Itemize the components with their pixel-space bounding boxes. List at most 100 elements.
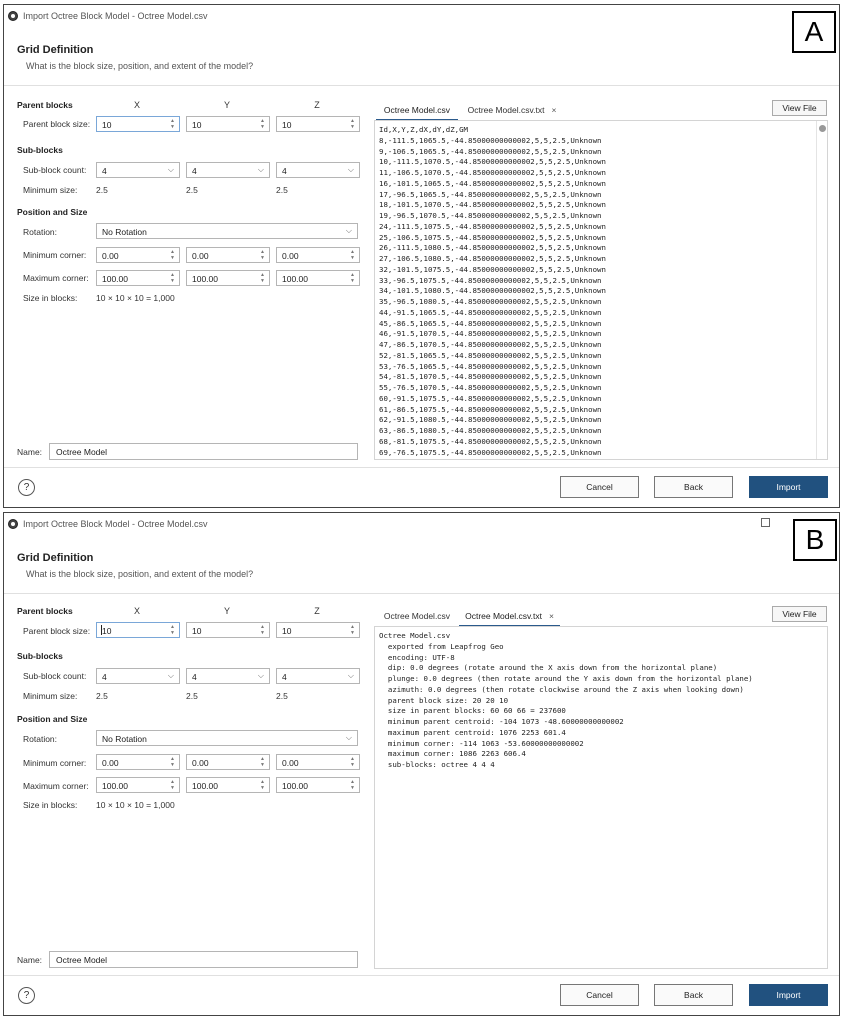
help-icon[interactable]: ?: [18, 987, 35, 1004]
file-preview-line: maximum corner: 1086 2263 606.4: [379, 749, 526, 759]
file-preview-line: 52,-81.5,1065.5,-44.85000000000002,5,5,2…: [379, 350, 602, 360]
file-preview-line: 35,-96.5,1080.5,-44.85000000000002,5,5,2…: [379, 297, 602, 306]
sub-block-count-x-select[interactable]: 4 ⌵: [96, 668, 180, 684]
minimum-corner-x-input[interactable]: 0.00 ▲ ▼: [96, 754, 180, 770]
close-icon[interactable]: ×: [551, 105, 556, 115]
maximize-icon[interactable]: [761, 518, 770, 527]
spin-arrows-icon[interactable]: ▲ ▼: [349, 272, 356, 284]
file-preview-line: 26,-111.5,1080.5,-44.85000000000002,5,5,…: [379, 243, 606, 253]
sub-block-count-y-select[interactable]: 4 ⌵: [186, 668, 270, 684]
parent-block-size-label: Parent block size:: [23, 626, 91, 636]
rotation-label: Rotation:: [23, 227, 58, 237]
minimum-corner-z-input[interactable]: 0.00 ▲ ▼: [276, 247, 360, 263]
spin-arrows-icon[interactable]: ▲ ▼: [259, 118, 266, 130]
import-button[interactable]: Import: [749, 984, 828, 1006]
tab-octree-model-csv[interactable]: Octree Model.csv: [376, 101, 458, 121]
tab-octree-model-csv[interactable]: Octree Model.csv: [376, 607, 458, 627]
spin-arrows-icon[interactable]: ▲ ▼: [169, 624, 176, 636]
spin-arrows-icon[interactable]: ▲ ▼: [349, 118, 356, 130]
file-preview-line: 18,-101.5,1070.5,-44.85000000000002,5,5,…: [379, 200, 606, 210]
spin-arrows-icon[interactable]: ▲ ▼: [259, 779, 266, 791]
minimum-size-z: 2.5: [276, 185, 288, 195]
parent-block-size-z-input[interactable]: 10 ▲ ▼: [276, 622, 360, 638]
file-preview-line: 68,-81.5,1075.5,-44.85000000000002,5,5,2…: [379, 436, 602, 446]
parent-block-size-x-input[interactable]: 10 ▲ ▼: [96, 622, 180, 638]
import-dialog-a: Import Octree Block Model - Octree Model…: [3, 4, 840, 508]
name-field[interactable]: Octree Model: [49, 443, 358, 460]
parent-block-size-label: Parent block size:: [23, 119, 91, 129]
file-preview-line: size in parent blocks: 60 60 66 = 237600: [379, 706, 566, 716]
minimum-corner-z-input[interactable]: 0.00 ▲ ▼: [276, 754, 360, 770]
spin-arrows-icon[interactable]: ▲ ▼: [259, 624, 266, 636]
file-preview-line: Id,X,Y,Z,dX,dY,dZ,GM: [379, 125, 468, 134]
file-preview[interactable]: Id,X,Y,Z,dX,dY,dZ,GM 8,-111.5,1065.5,-44.…: [374, 120, 828, 460]
back-button[interactable]: Back: [654, 476, 733, 498]
parent-block-size-y-input[interactable]: 10 ▲ ▼: [186, 622, 270, 638]
column-z-header: Z: [314, 606, 320, 616]
maximum-corner-z-input[interactable]: 100.00 ▲ ▼: [276, 777, 360, 793]
file-preview-line: 9,-106.5,1065.5,-44.85000000000002,5,5,2…: [379, 146, 602, 156]
spin-arrows-icon[interactable]: ▲ ▼: [259, 756, 266, 768]
spin-arrows-icon[interactable]: ▲ ▼: [169, 756, 176, 768]
cancel-button[interactable]: Cancel: [560, 984, 639, 1006]
spin-arrows-icon[interactable]: ▲ ▼: [349, 624, 356, 636]
parent-block-size-x-input[interactable]: 10 ▲ ▼: [96, 116, 180, 132]
view-file-button[interactable]: View File: [772, 100, 827, 116]
column-y-header: Y: [223, 100, 230, 110]
minimum-corner-y-input[interactable]: 0.00 ▲ ▼: [186, 754, 270, 770]
minimum-corner-y-input[interactable]: 0.00 ▲ ▼: [186, 247, 270, 263]
name-field[interactable]: Octree Model: [49, 951, 358, 968]
maximum-corner-z-input[interactable]: 100.00 ▲ ▼: [276, 270, 360, 286]
spin-arrows-icon[interactable]: ▲ ▼: [349, 779, 356, 791]
sub-block-count-x-select[interactable]: 4 ⌵: [96, 162, 180, 178]
sub-block-count-z-select[interactable]: 4 ⌵: [276, 162, 360, 178]
spin-arrows-icon[interactable]: ▲ ▼: [259, 272, 266, 284]
file-preview-line: parent block size: 20 20 10: [379, 695, 509, 705]
back-button[interactable]: Back: [654, 984, 733, 1006]
rotation-select[interactable]: No Rotation ⌵: [96, 730, 358, 746]
rotation-select[interactable]: No Rotation ⌵: [96, 223, 358, 239]
tab-octree-model-csv-txt[interactable]: Octree Model.csv.txt ×: [459, 607, 560, 627]
wizard-header: Grid Definition What is the block size, …: [4, 29, 839, 85]
footer-divider: [4, 975, 839, 976]
page-title: Grid Definition: [17, 552, 94, 564]
minimum-corner-x-input[interactable]: 0.00 ▲ ▼: [96, 247, 180, 263]
file-preview-line: 47,-86.5,1070.5,-44.85000000000002,5,5,2…: [379, 340, 602, 349]
help-icon[interactable]: ?: [18, 479, 35, 496]
tab-octree-model-csv-txt[interactable]: Octree Model.csv.txt ×: [462, 101, 562, 121]
sub-block-count-y-select[interactable]: 4 ⌵: [186, 162, 270, 178]
parent-block-size-y-input[interactable]: 10 ▲ ▼: [186, 116, 270, 132]
file-preview-line: 24,-111.5,1075.5,-44.85000000000002,5,5,…: [379, 221, 606, 231]
spin-arrows-icon[interactable]: ▲ ▼: [169, 779, 176, 791]
size-in-blocks-label: Size in blocks:: [23, 293, 78, 303]
file-preview[interactable]: Octree Model.csv exported from Leapfrog …: [374, 626, 828, 969]
column-y-header: Y: [223, 606, 230, 616]
spin-arrows-icon[interactable]: ▲ ▼: [349, 249, 356, 261]
chevron-down-icon: ⌵: [167, 671, 174, 680]
spin-arrows-icon[interactable]: ▲ ▼: [169, 272, 176, 284]
file-preview-line: 46,-91.5,1070.5,-44.85000000000002,5,5,2…: [379, 329, 602, 339]
file-preview-text: Octree Model.csv exported from Leapfrog …: [379, 631, 813, 771]
view-file-button[interactable]: View File: [772, 606, 827, 622]
file-preview-line: minimum parent centroid: -104 1073 -48.6…: [379, 717, 624, 726]
maximum-corner-x-input[interactable]: 100.00 ▲ ▼: [96, 777, 180, 793]
maximum-corner-y-input[interactable]: 100.00 ▲ ▼: [186, 777, 270, 793]
file-preview-line: 54,-81.5,1070.5,-44.85000000000002,5,5,2…: [379, 372, 602, 382]
close-icon[interactable]: ×: [549, 611, 554, 621]
import-button[interactable]: Import: [749, 476, 828, 498]
section-sub-blocks: Sub-blocks: [17, 145, 63, 155]
spin-arrows-icon[interactable]: ▲ ▼: [349, 756, 356, 768]
minimum-size-x: 2.5: [96, 691, 108, 701]
maximum-corner-x-input[interactable]: 100.00 ▲ ▼: [96, 270, 180, 286]
file-preview-line: dip: 0.0 degrees (rotate around the X ax…: [379, 663, 718, 673]
scrollbar[interactable]: [816, 121, 827, 459]
spin-arrows-icon[interactable]: ▲ ▼: [169, 118, 176, 130]
spin-arrows-icon[interactable]: ▲ ▼: [259, 249, 266, 261]
scroll-thumb[interactable]: [819, 125, 826, 132]
cancel-button[interactable]: Cancel: [560, 476, 639, 498]
spin-arrows-icon[interactable]: ▲ ▼: [169, 249, 176, 261]
maximum-corner-y-input[interactable]: 100.00 ▲ ▼: [186, 270, 270, 286]
parent-block-size-z-input[interactable]: 10 ▲ ▼: [276, 116, 360, 132]
sub-block-count-z-select[interactable]: 4 ⌵: [276, 668, 360, 684]
column-z-header: Z: [314, 100, 320, 110]
